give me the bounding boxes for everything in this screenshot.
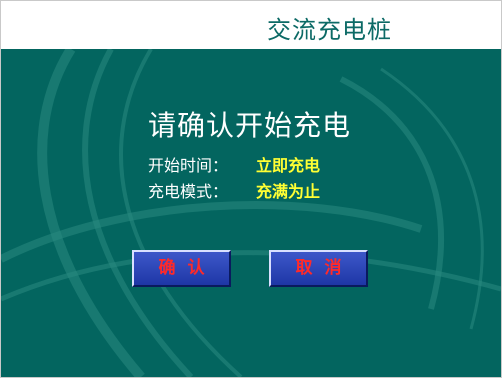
start-time-label: 开始时间： [148, 156, 229, 175]
page-title: 交流充电桩 [267, 16, 392, 44]
charge-mode-value: 充满为止 [256, 182, 321, 201]
decorative-swirl-background [1, 49, 501, 377]
confirm-button[interactable]: 确认 [132, 250, 231, 287]
header-bar: 交流充电桩 [1, 1, 501, 49]
charge-mode-label: 充电模式： [148, 182, 229, 201]
charging-confirm-panel: 请确认开始充电 开始时间： 立即充电 充电模式： 充满为止 确认 取消 [1, 49, 501, 377]
cancel-button[interactable]: 取消 [269, 250, 368, 287]
start-time-value: 立即充电 [256, 156, 321, 175]
dialog-heading: 请确认开始充电 [148, 109, 352, 142]
